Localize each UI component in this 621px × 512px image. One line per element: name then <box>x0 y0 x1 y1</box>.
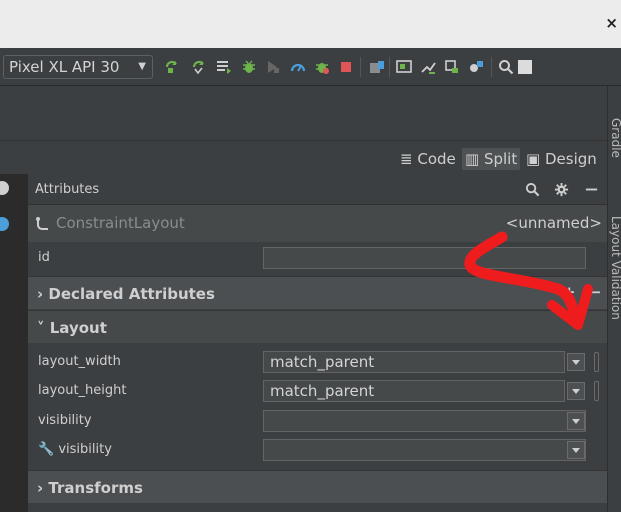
layout-validation-tab[interactable]: Layout Validation <box>609 216 621 320</box>
constraint-layout-icon <box>36 217 48 230</box>
apply-changes-icon[interactable] <box>164 59 180 75</box>
component-name: ConstraintLayout <box>56 214 185 232</box>
search-icon[interactable] <box>498 59 514 75</box>
debug-icon[interactable] <box>241 59 257 75</box>
chevron-down-icon[interactable] <box>567 441 585 459</box>
avd-manager-icon[interactable] <box>396 59 412 75</box>
tools-visibility-field[interactable] <box>263 439 586 461</box>
layout-height-field[interactable]: match_parent <box>263 380 565 402</box>
minimize-icon[interactable] <box>584 182 599 197</box>
info-indicator-icon[interactable] <box>0 217 9 231</box>
code-mode-icon: ≣ <box>400 150 413 168</box>
split-mode-button[interactable]: ▥ Split <box>462 148 521 170</box>
code-mode-label: Code <box>417 150 456 168</box>
left-gutter <box>0 174 28 512</box>
project-structure-icon[interactable] <box>468 59 484 75</box>
attributes-title: Attributes <box>35 182 100 197</box>
chevron-down-icon[interactable] <box>567 412 585 430</box>
wrench-icon: 🔧 <box>38 442 55 457</box>
layout-width-pin[interactable] <box>594 352 599 372</box>
device-manager-icon[interactable] <box>444 59 460 75</box>
split-mode-label: Split <box>483 150 518 168</box>
chevron-down-icon[interactable] <box>567 353 585 371</box>
editor-area <box>0 86 607 140</box>
transforms-header: › Transforms <box>37 479 143 497</box>
layout-width-field[interactable]: match_parent <box>263 351 565 373</box>
close-icon[interactable]: × <box>605 14 618 32</box>
attributes-header: Attributes <box>28 174 607 205</box>
device-selector[interactable]: Pixel XL API 30 ▼ <box>3 55 153 79</box>
tools-visibility-row: 🔧 visibility <box>28 434 607 463</box>
tools-visibility-label: 🔧 visibility <box>38 442 112 457</box>
layout-width-row: layout_width match_parent <box>28 346 607 375</box>
design-mode-button[interactable]: ▣ Design <box>526 148 597 170</box>
toolbar-separator <box>389 57 390 77</box>
device-label: Pixel XL API 30 <box>9 58 120 76</box>
title-bar: × <box>0 0 621 48</box>
sync-project-icon[interactable] <box>369 59 385 75</box>
logcat-icon[interactable] <box>216 59 232 75</box>
chevron-down-icon[interactable] <box>567 382 585 400</box>
layout-header: ˅ Layout <box>37 319 107 337</box>
user-icon[interactable] <box>517 59 533 75</box>
sdk-manager-icon[interactable] <box>420 59 436 75</box>
layout-height-pin[interactable] <box>594 381 599 401</box>
chevron-right-icon: › <box>37 479 44 497</box>
red-arrow-annotation <box>464 231 593 330</box>
apply-code-changes-icon[interactable] <box>191 59 207 75</box>
chevron-down-icon: ˅ <box>37 319 45 337</box>
design-mode-icon: ▣ <box>526 150 541 168</box>
transforms-section[interactable]: › Transforms <box>28 470 607 503</box>
toolbar-separator <box>491 57 492 77</box>
declared-attributes-header: › Declared Attributes <box>37 285 215 303</box>
gear-icon[interactable] <box>554 182 569 197</box>
split-mode-icon: ▥ <box>465 150 480 168</box>
android-studio-window: × Pixel XL API 30 ▼ ≣ Code ▥ Split ▣ Des… <box>0 0 621 512</box>
main-toolbar: Pixel XL API 30 ▼ <box>0 48 621 86</box>
gradle-tab[interactable]: Gradle <box>609 118 621 158</box>
toolbar-separator <box>360 57 361 77</box>
code-mode-button[interactable]: ≣ Code <box>400 148 456 170</box>
design-mode-label: Design <box>544 150 597 168</box>
layout-height-row: layout_height match_parent <box>28 375 607 404</box>
visibility-row: visibility <box>28 405 607 434</box>
layout-height-label: layout_height <box>38 383 127 398</box>
error-indicator-icon[interactable] <box>0 181 9 195</box>
right-tool-strip: Gradle Layout Validation <box>607 86 621 512</box>
visibility-field[interactable] <box>263 410 586 432</box>
search-icon[interactable] <box>525 182 540 197</box>
id-label: id <box>38 250 50 265</box>
layout-width-label: layout_width <box>38 354 121 369</box>
chevron-right-icon: › <box>37 285 44 303</box>
chevron-down-icon: ▼ <box>138 61 146 72</box>
editor-mode-bar: ≣ Code ▥ Split ▣ Design <box>0 140 607 174</box>
stop-icon[interactable] <box>338 59 354 75</box>
attach-debugger-icon[interactable] <box>314 59 330 75</box>
coverage-icon[interactable] <box>265 59 281 75</box>
profile-icon[interactable] <box>290 59 306 75</box>
visibility-label: visibility <box>38 413 92 428</box>
